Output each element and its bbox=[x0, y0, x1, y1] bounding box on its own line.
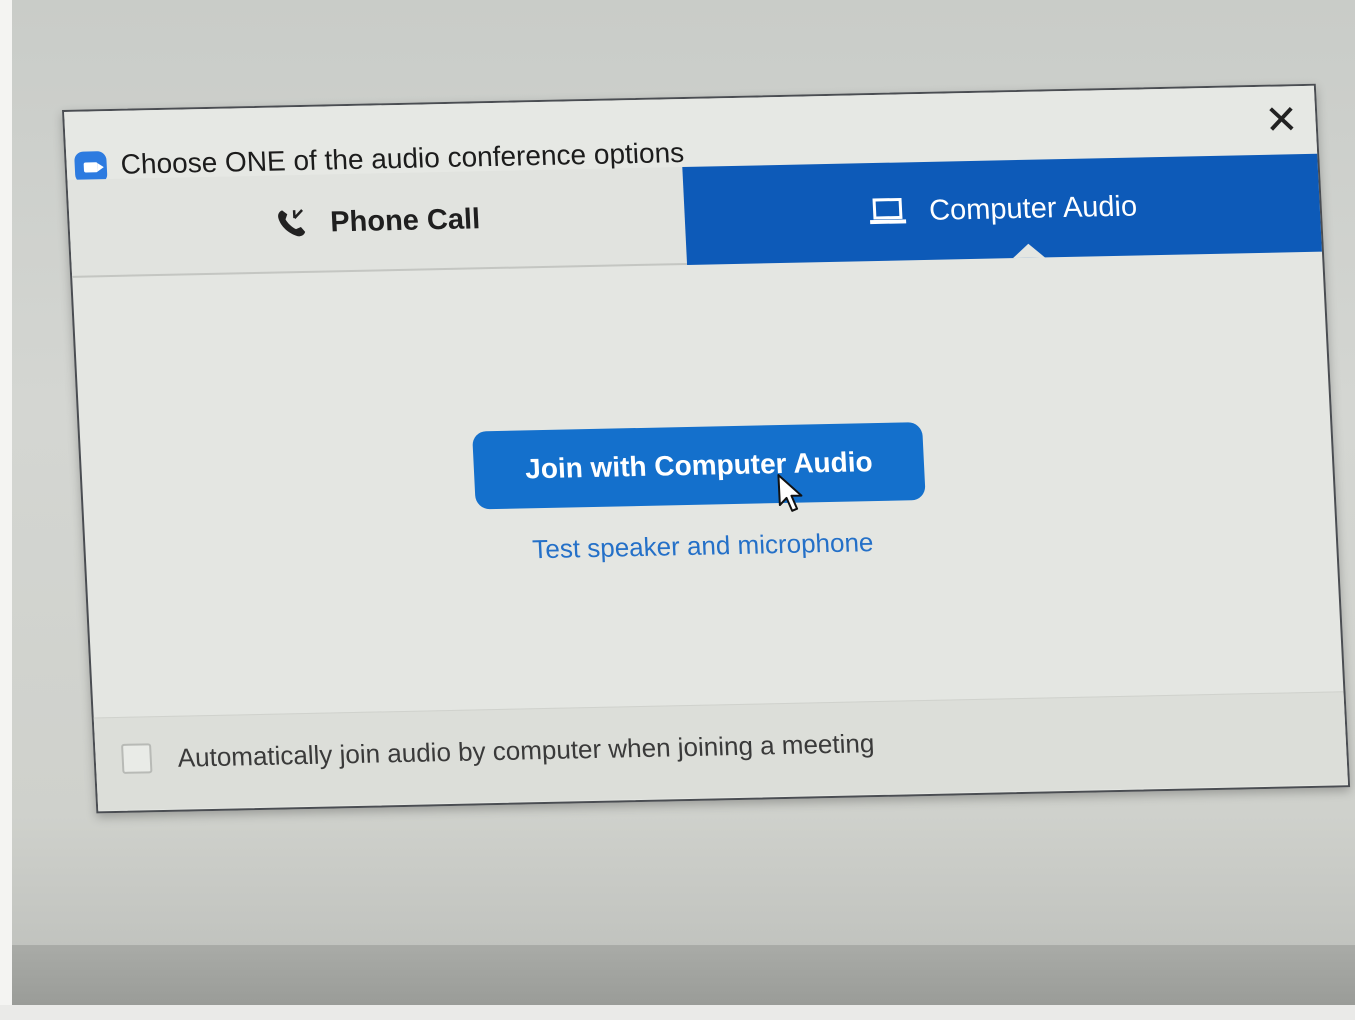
monitor-bezel bbox=[0, 0, 12, 1020]
monitor-bezel-bottom bbox=[0, 1005, 1355, 1020]
close-icon: ✕ bbox=[1263, 97, 1300, 144]
auto-join-checkbox[interactable] bbox=[121, 743, 153, 774]
auto-join-label[interactable]: Automatically join audio by computer whe… bbox=[177, 728, 875, 774]
close-button[interactable]: ✕ bbox=[1258, 97, 1304, 144]
tab-phone-call[interactable]: Phone Call bbox=[67, 167, 688, 278]
audio-options-dialog: Choose ONE of the audio conference optio… bbox=[62, 83, 1351, 814]
tab-phone-call-label: Phone Call bbox=[329, 202, 481, 238]
tab-content: Join with Computer Audio Test speaker an… bbox=[72, 252, 1343, 718]
taskbar-area bbox=[12, 945, 1355, 1005]
tab-computer-audio-label: Computer Audio bbox=[928, 190, 1138, 227]
laptop-icon bbox=[866, 195, 908, 228]
test-speaker-microphone-link[interactable]: Test speaker and microphone bbox=[477, 526, 928, 566]
join-computer-audio-button[interactable]: Join with Computer Audio bbox=[472, 422, 926, 510]
tab-computer-audio[interactable]: Computer Audio bbox=[682, 153, 1322, 265]
phone-icon bbox=[273, 206, 309, 241]
mouse-pointer-icon bbox=[776, 472, 808, 519]
